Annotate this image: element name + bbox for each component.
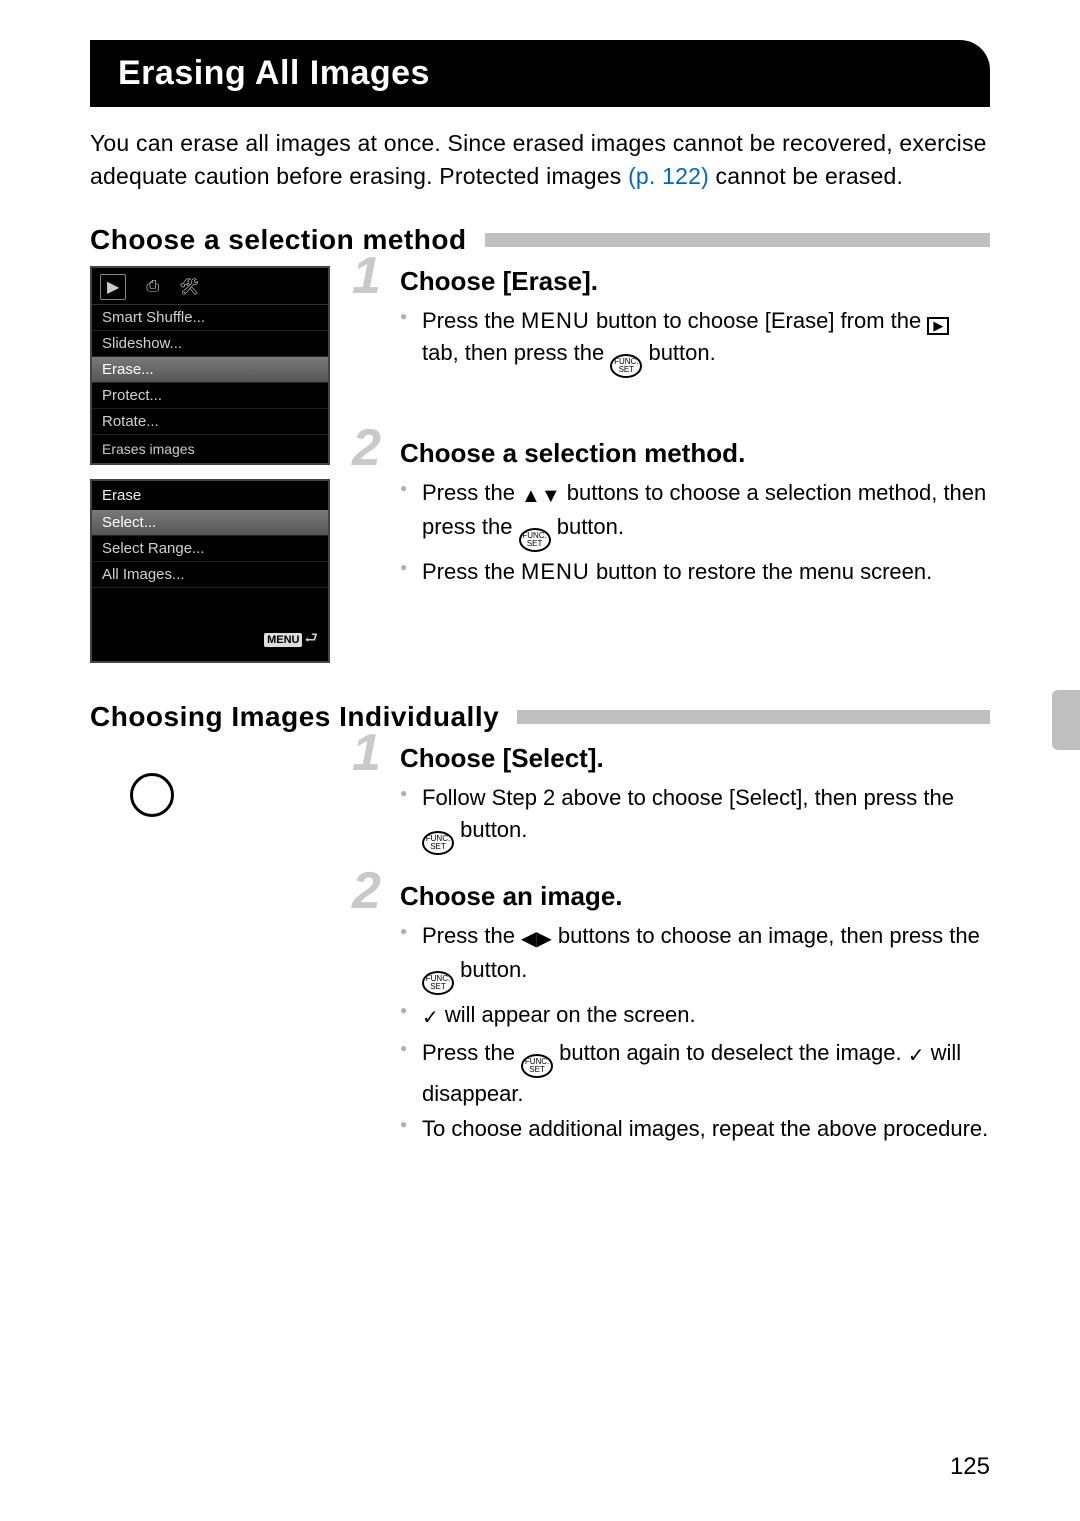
- playback-tab-icon: ▶: [100, 274, 126, 300]
- step-bullet: Follow Step 2 above to choose [Select], …: [400, 782, 990, 855]
- txt: Follow Step 2 above to choose [Select], …: [422, 785, 954, 810]
- func-set-button-icon: FUNC.SET: [422, 831, 454, 855]
- checkmark-icon: ✓: [422, 1007, 439, 1029]
- txt: button.: [642, 340, 715, 365]
- func-set-button-icon: FUNC.SET: [610, 354, 642, 378]
- lcd-menu-item: Rotate...: [92, 409, 328, 435]
- heading-rule: [517, 710, 990, 724]
- heading-rule: [485, 233, 990, 247]
- lcd-menu-item: Smart Shuffle...: [92, 305, 328, 331]
- intro-paragraph: You can erase all images at once. Since …: [90, 127, 990, 194]
- print-tab-icon: ⎙: [146, 278, 159, 296]
- step-bullet: Press the MENU button to restore the men…: [400, 556, 990, 588]
- step-title: Choose an image.: [400, 881, 990, 912]
- step-2: 2 Choose an image. Press the ◀▶ buttons …: [358, 881, 990, 1146]
- up-down-arrows-icon: ▲▼: [521, 485, 561, 507]
- intro-text-2: cannot be erased.: [716, 163, 904, 189]
- txt: button.: [454, 817, 527, 842]
- lcd-menu-item: All Images...: [92, 562, 328, 588]
- thumb-tab: [1052, 690, 1080, 750]
- menu-button-label: MENU: [521, 559, 590, 584]
- txt: button.: [454, 957, 527, 982]
- lcd-menu-item: Select Range...: [92, 536, 328, 562]
- section-heading-2: Choosing Images Individually: [90, 701, 990, 733]
- menu-button-label: MENU: [521, 308, 590, 333]
- txt: button to restore the menu screen.: [590, 559, 932, 584]
- lcd-menu-item: Erase...: [92, 357, 328, 383]
- lcd-menu-item: Select...: [92, 510, 328, 536]
- step-bullet: Press the ◀▶ buttons to choose an image,…: [400, 920, 990, 995]
- section-heading-1-text: Choose a selection method: [90, 224, 467, 256]
- section-heading-1: Choose a selection method: [90, 224, 990, 256]
- func-set-button-icon: FUNC.SET: [521, 1054, 553, 1078]
- step-title: Choose a selection method.: [400, 438, 990, 469]
- txt: button.: [551, 514, 624, 539]
- step-bullet: Press the FUNC.SET button again to desel…: [400, 1037, 990, 1110]
- txt: Press the: [422, 308, 521, 333]
- step-title: Choose [Erase].: [400, 266, 990, 297]
- step-title: Choose [Select].: [400, 743, 990, 774]
- txt: Press the: [422, 480, 521, 505]
- lcd-menu-item: Protect...: [92, 383, 328, 409]
- left-right-arrows-icon: ◀▶: [521, 928, 552, 950]
- step-number: 2: [352, 865, 381, 917]
- txt: will appear on the screen.: [439, 1002, 696, 1027]
- camera-lcd-erase: Erase Select...Select Range...All Images…: [90, 479, 330, 663]
- step-bullet: To choose additional images, repeat the …: [400, 1113, 990, 1145]
- menu-return-badge: MENU: [264, 633, 302, 647]
- func-set-button-icon: FUNC.SET: [422, 971, 454, 995]
- step-number: 1: [352, 727, 381, 779]
- lcd-title: Erase: [92, 481, 328, 510]
- txt: Press the: [422, 923, 521, 948]
- lcd-menu-item: Slideshow...: [92, 331, 328, 357]
- step-bullet: ✓ will appear on the screen.: [400, 999, 990, 1033]
- page-title: Erasing All Images: [90, 40, 990, 107]
- txt: button again to deselect the image.: [553, 1040, 908, 1065]
- step-number: 1: [352, 250, 381, 302]
- txt: button to choose [Erase] from the: [590, 308, 928, 333]
- section-heading-2-text: Choosing Images Individually: [90, 701, 499, 733]
- step-1: 1 Choose [Select]. Follow Step 2 above t…: [358, 743, 990, 855]
- tools-tab-icon: 🛠: [179, 277, 199, 297]
- func-set-button-icon: FUNC.SET: [519, 528, 551, 552]
- step-2: 2 Choose a selection method. Press the ▲…: [358, 438, 990, 588]
- playback-tab-icon: ▶: [927, 317, 949, 335]
- return-arrow-icon: ⮐: [304, 630, 318, 647]
- step-number: 2: [352, 422, 381, 474]
- step-bullet: Press the ▲▼ buttons to choose a selecti…: [400, 477, 990, 552]
- checkmark-icon: ✓: [908, 1045, 925, 1067]
- camera-lcd-menu: ▶ ⎙ 🛠 Smart Shuffle...Slideshow...Erase.…: [90, 266, 330, 465]
- lcd-status-text: Erases images: [92, 435, 328, 463]
- image-placeholder-icon: [130, 773, 174, 817]
- page-ref-link[interactable]: (p. 122): [628, 163, 709, 189]
- txt: buttons to choose an image, then press t…: [552, 923, 980, 948]
- step-1: 1 Choose [Erase]. Press the MENU button …: [358, 266, 990, 378]
- page-number: 125: [950, 1453, 990, 1481]
- txt: Press the: [422, 1040, 521, 1065]
- txt: Press the: [422, 559, 521, 584]
- txt: tab, then press the: [422, 340, 610, 365]
- step-bullet: Press the MENU button to choose [Erase] …: [400, 305, 990, 378]
